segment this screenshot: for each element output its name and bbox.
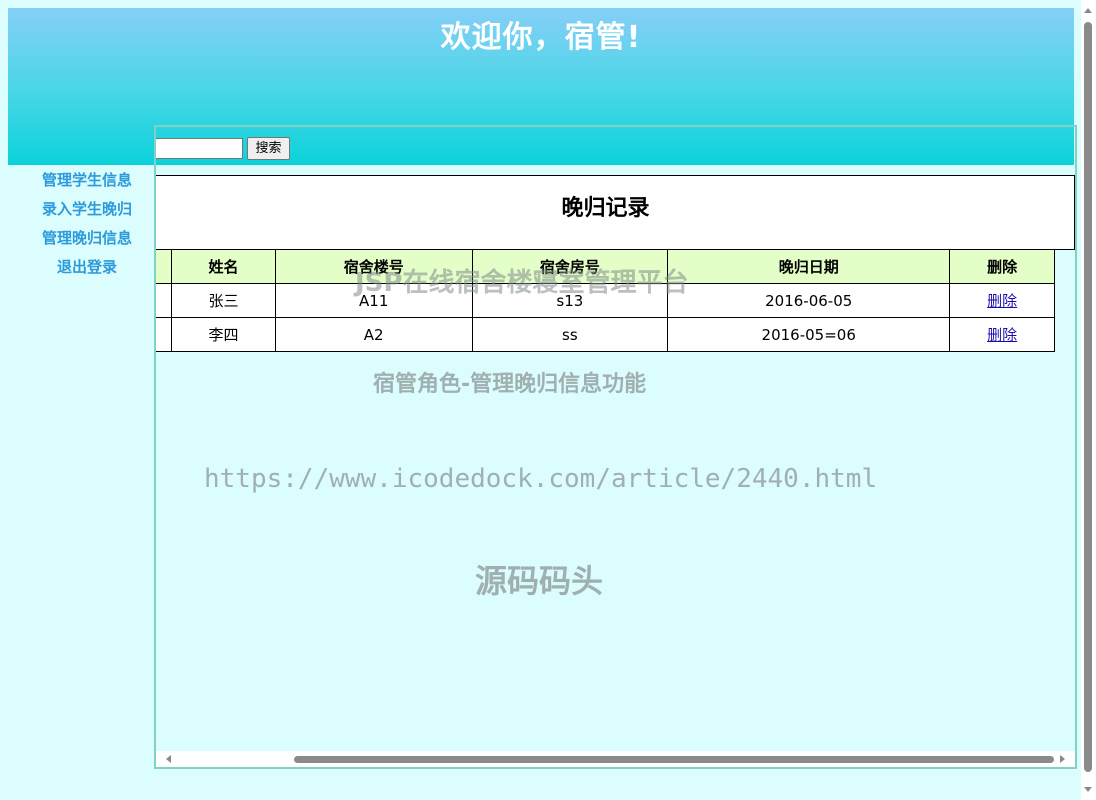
table-row: 李四 A2 ss 2016-05=06 删除: [156, 317, 1055, 352]
column-header-id: [156, 249, 173, 284]
search-input[interactable]: [156, 138, 243, 159]
row-building-cell: A2: [274, 317, 473, 352]
column-header-date: 晚归日期: [667, 249, 951, 284]
sidebar-item-logout[interactable]: 退出登录: [20, 254, 154, 283]
row-room-cell: s13: [471, 283, 669, 318]
records-caption: 晚归记录: [561, 196, 650, 221]
delete-link[interactable]: 删除: [987, 326, 1017, 344]
row-date-cell: 2016-05=06: [667, 317, 951, 352]
sidebar-item-manage-late-returns[interactable]: 管理晚归信息: [20, 225, 154, 254]
row-id-cell: [156, 317, 173, 352]
row-delete-cell: 删除: [949, 317, 1055, 352]
records-caption-box: 晚归记录: [156, 175, 1075, 250]
row-room-cell: ss: [471, 317, 669, 352]
late-return-table: 姓名 宿舍楼号 宿舍房号 晚归日期 删除 张三 A11 s13 2016-06-…: [156, 249, 1055, 352]
column-header-name: 姓名: [171, 249, 276, 284]
content-frame-viewport[interactable]: 搜索 晚归记录 姓名 宿舍楼号 宿舍房号 晚归日期 删除 张三 A11 s13 …: [156, 127, 1075, 767]
table-row: 张三 A11 s13 2016-06-05 删除: [156, 283, 1055, 318]
row-name-cell: 李四: [171, 317, 276, 352]
row-id-cell: [156, 283, 173, 318]
delete-link[interactable]: 删除: [987, 292, 1017, 310]
scroll-left-arrow-icon[interactable]: [166, 755, 171, 763]
column-header-delete: 删除: [949, 249, 1055, 284]
sidebar-nav: 管理学生信息 录入学生晚归 管理晚归信息 退出登录: [20, 167, 154, 283]
table-header-row: 姓名 宿舍楼号 宿舍房号 晚归日期 删除: [156, 249, 1055, 284]
row-delete-cell: 删除: [949, 283, 1055, 318]
vertical-scrollbar[interactable]: [1081, 0, 1096, 800]
vertical-scroll-thumb[interactable]: [1084, 22, 1092, 772]
search-button[interactable]: 搜索: [247, 137, 290, 160]
horizontal-scrollbar[interactable]: [156, 751, 1075, 767]
welcome-title: 欢迎你，宿管!: [440, 20, 642, 55]
row-date-cell: 2016-06-05: [667, 283, 951, 318]
column-header-room: 宿舍房号: [471, 249, 669, 284]
scroll-right-arrow-icon[interactable]: [1060, 755, 1065, 763]
column-header-building: 宿舍楼号: [274, 249, 473, 284]
sidebar-item-manage-students[interactable]: 管理学生信息: [20, 167, 154, 196]
horizontal-scroll-thumb[interactable]: [294, 756, 1054, 763]
row-name-cell: 张三: [171, 283, 276, 318]
row-building-cell: A11: [274, 283, 473, 318]
scroll-up-arrow-icon[interactable]: [1084, 8, 1092, 13]
content-frame: 搜索 晚归记录 姓名 宿舍楼号 宿舍房号 晚归日期 删除 张三 A11 s13 …: [154, 125, 1077, 769]
scroll-down-arrow-icon[interactable]: [1084, 787, 1092, 792]
sidebar-item-record-late-return[interactable]: 录入学生晚归: [20, 196, 154, 225]
